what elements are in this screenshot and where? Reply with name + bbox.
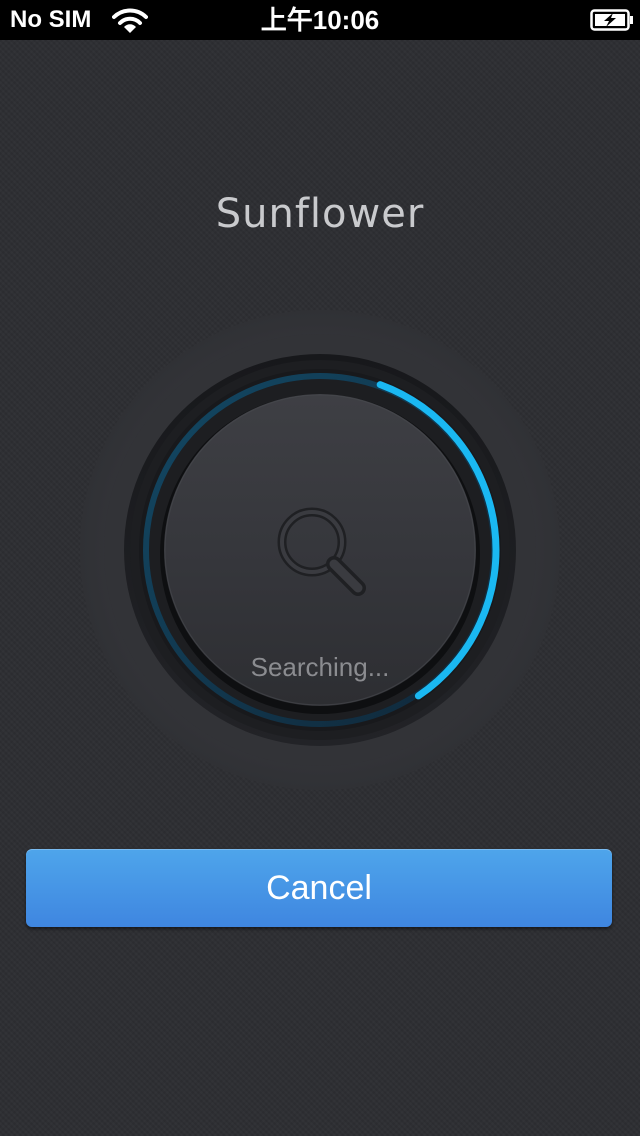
main-screen: Sunflower Searching... Cancel bbox=[0, 40, 640, 1136]
cancel-button[interactable]: Cancel bbox=[26, 849, 612, 927]
search-dial: Searching... bbox=[80, 310, 560, 790]
searching-status-text: Searching... bbox=[250, 652, 390, 682]
status-time: 上午10:06 bbox=[260, 5, 380, 35]
status-bar: No SIM 上午10:06 bbox=[0, 0, 640, 40]
app-title: Sunflower bbox=[215, 191, 425, 237]
battery-charging-icon bbox=[590, 9, 634, 31]
